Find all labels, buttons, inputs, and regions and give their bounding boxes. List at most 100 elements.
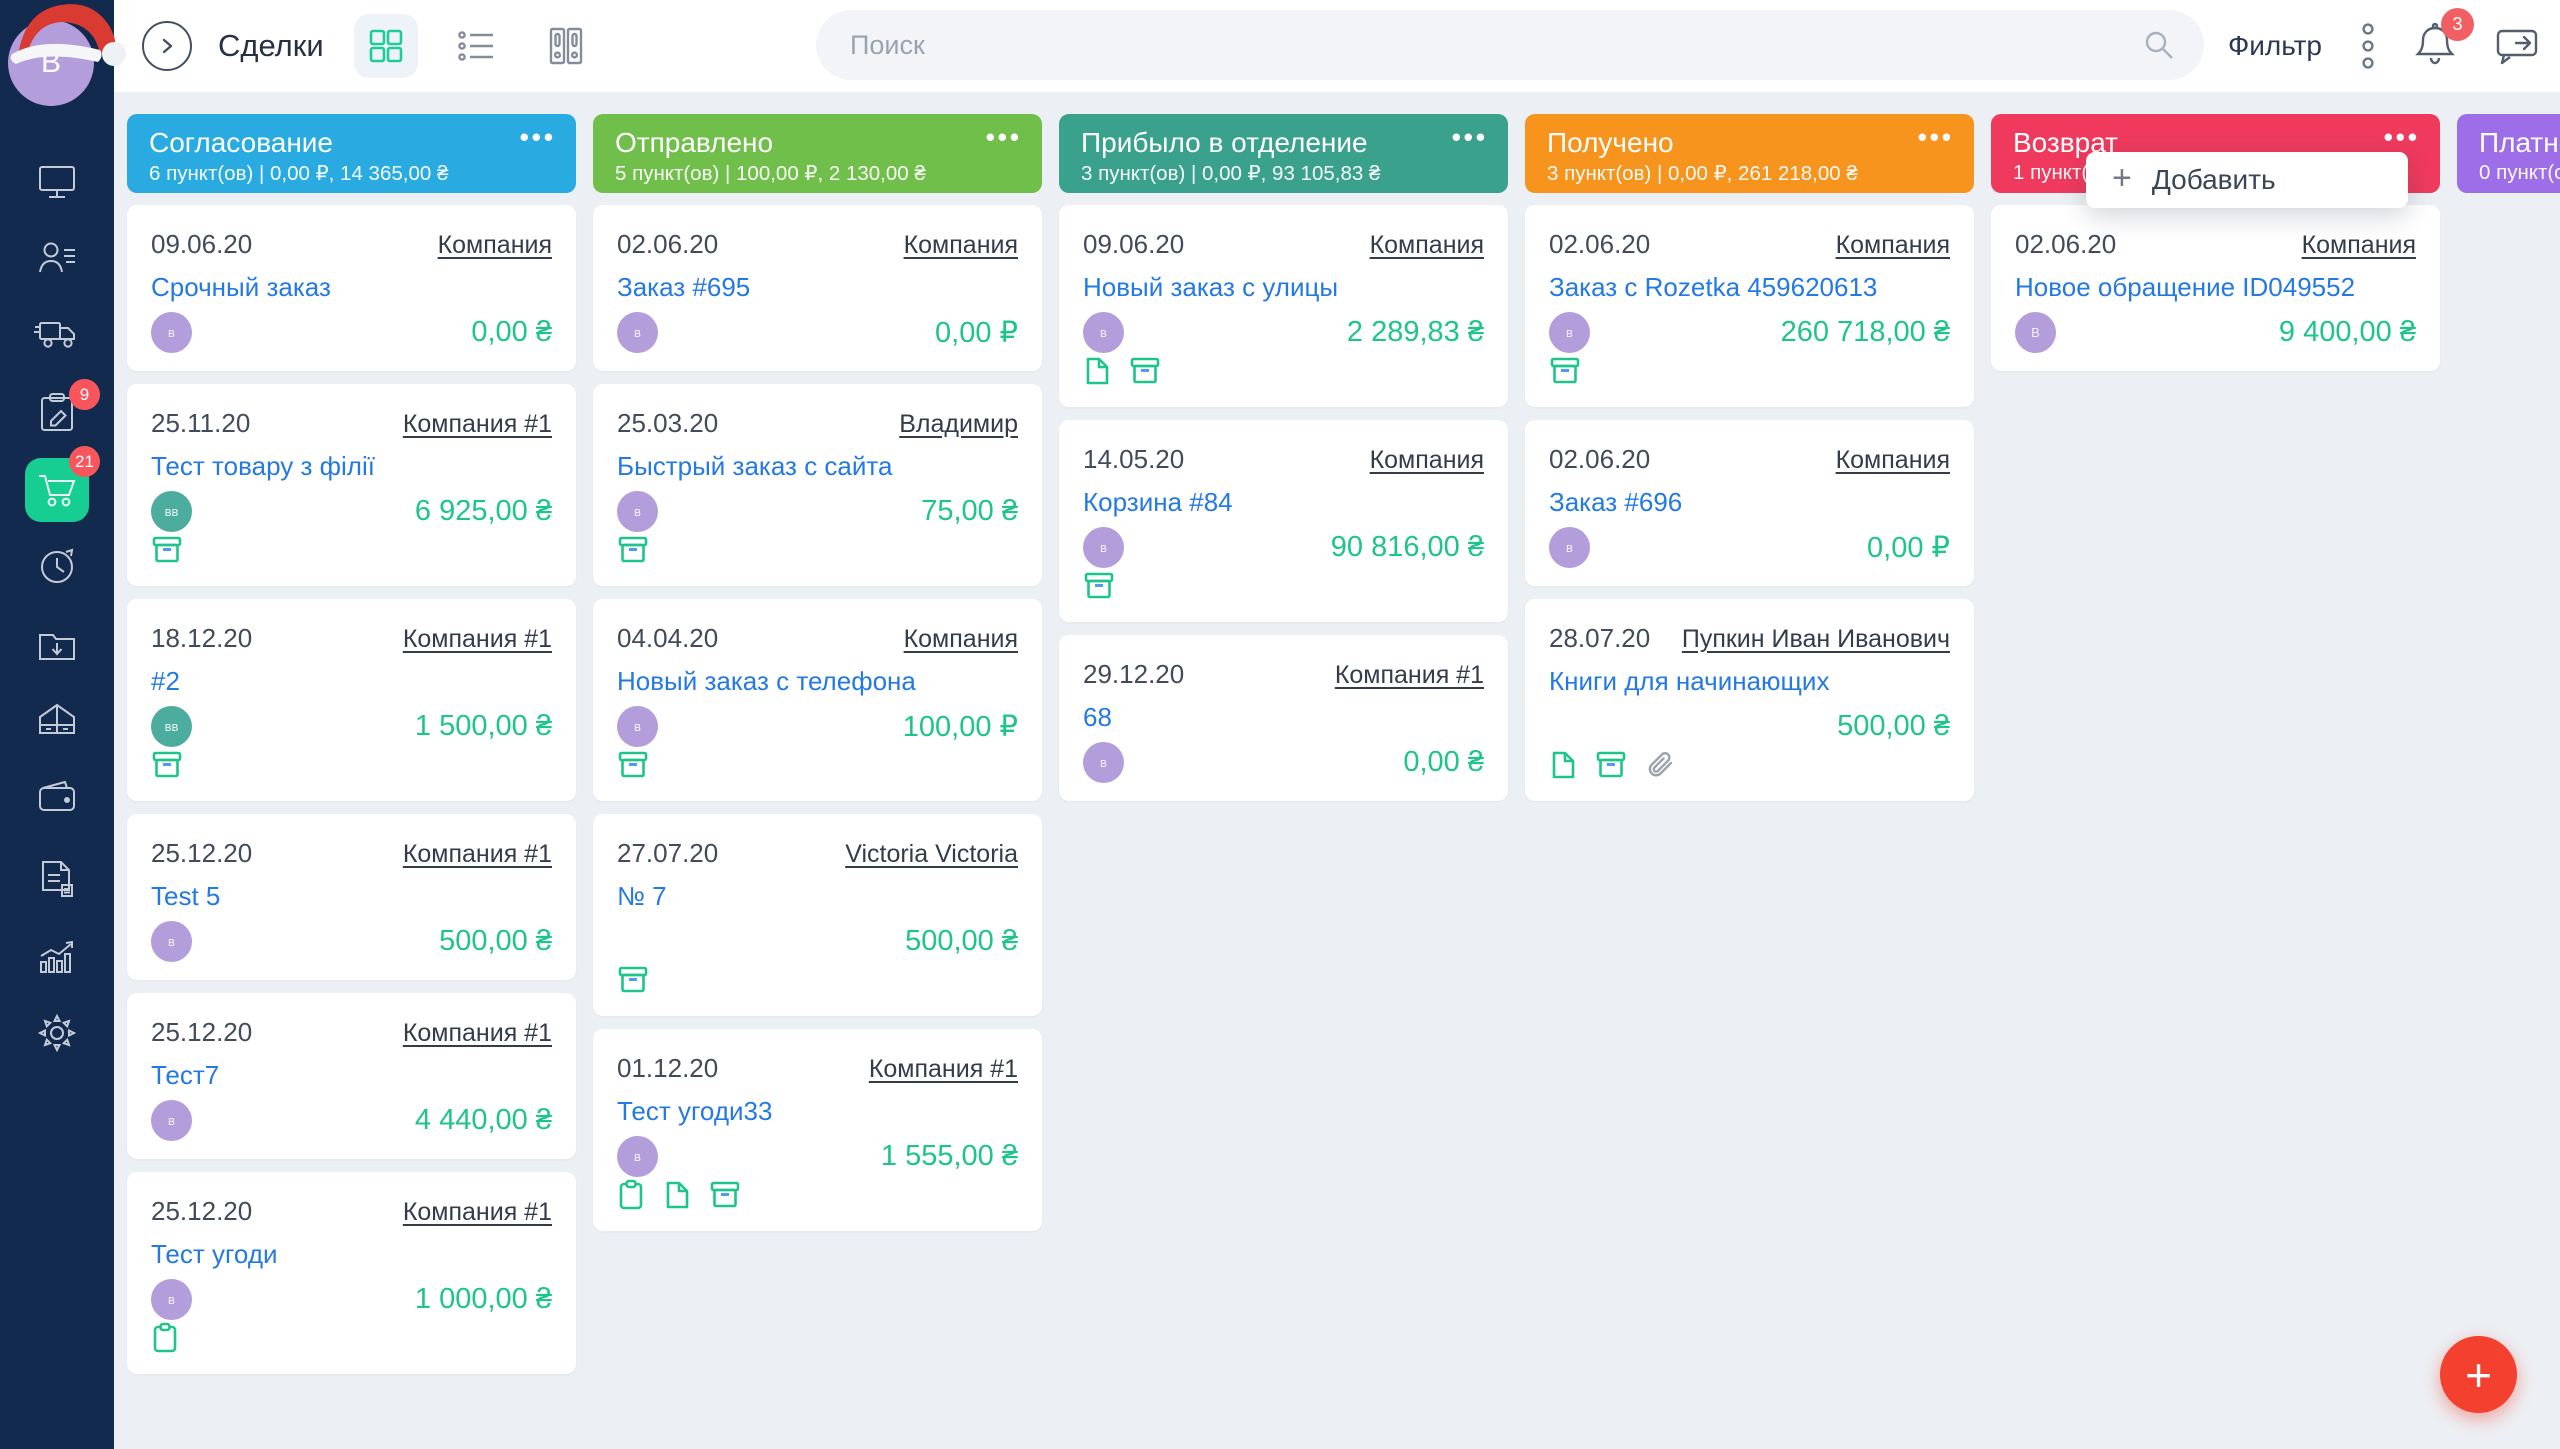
- company-link[interactable]: Компания: [1836, 446, 1950, 475]
- deal-card[interactable]: 29.12.20 Компания #1 68 в0,00 ₴: [1059, 635, 1508, 801]
- filter-button[interactable]: Фильтр: [2228, 30, 2322, 62]
- deal-title-link[interactable]: Книги для начинающих: [1549, 666, 1950, 697]
- sidebar-item-inbox[interactable]: [0, 625, 114, 670]
- sidebar-item-history[interactable]: [0, 545, 114, 592]
- deal-card[interactable]: 09.06.20 Компания Новый заказ с улицы в2…: [1059, 205, 1508, 407]
- company-link[interactable]: Компания #1: [403, 1019, 552, 1048]
- company-link[interactable]: Компания #1: [869, 1055, 1018, 1084]
- column-header[interactable]: Платное 0 пункт(ов) •••: [2457, 114, 2560, 193]
- deal-title-link[interactable]: Заказ с Rozetka 459620613: [1549, 272, 1950, 303]
- deal-card[interactable]: 02.06.20 Компания Новое обращение ID0495…: [1991, 205, 2440, 371]
- column-header[interactable]: Прибыло в отделение 3 пункт(ов) | 0,00 ₽…: [1059, 114, 1508, 193]
- deal-title-link[interactable]: Тест7: [151, 1060, 552, 1091]
- deal-title-link[interactable]: Новый заказ с улицы: [1083, 272, 1484, 303]
- search-input[interactable]: [816, 30, 2142, 61]
- deal-card[interactable]: 02.06.20 Компания Заказ с Rozetka 459620…: [1525, 205, 1974, 407]
- column-summary: 0 пункт(ов): [2479, 161, 2560, 185]
- add-deal-fab[interactable]: +: [2440, 1336, 2517, 1413]
- sidebar-item-orders[interactable]: 21: [0, 458, 114, 522]
- company-link[interactable]: Компания #1: [403, 1198, 552, 1227]
- deal-card[interactable]: 14.05.20 Компания Корзина #84 в90 816,00…: [1059, 420, 1508, 622]
- deal-title-link[interactable]: #2: [151, 666, 552, 697]
- notifications-button[interactable]: 3: [2414, 22, 2456, 71]
- deal-title-link[interactable]: Новый заказ с телефона: [617, 666, 1018, 697]
- company-link[interactable]: Компания: [2302, 231, 2416, 260]
- deal-date: 25.12.20: [151, 838, 252, 869]
- sidebar-item-clients[interactable]: [0, 236, 114, 283]
- column-menu-icon[interactable]: •••: [1452, 132, 1488, 142]
- deal-card[interactable]: 02.06.20 Компания Заказ #696 в0,00 ₽: [1525, 420, 1974, 586]
- deal-title-link[interactable]: Новое обращение ID049552: [2015, 272, 2416, 303]
- add-card-popup[interactable]: + Добавить: [2086, 152, 2408, 208]
- deal-card[interactable]: 04.04.20 Компания Новый заказ с телефона…: [593, 599, 1042, 801]
- deal-card[interactable]: 25.12.20 Компания #1 Тест7 в4 440,00 ₴: [127, 993, 576, 1159]
- sidebar-item-payments[interactable]: [0, 778, 114, 821]
- column-menu-icon[interactable]: •••: [520, 132, 556, 142]
- column-menu-icon[interactable]: •••: [1918, 132, 1954, 142]
- sidebar-item-shipping[interactable]: [0, 314, 114, 359]
- deal-title-link[interactable]: № 7: [617, 881, 1018, 912]
- deal-title-link[interactable]: Срочный заказ: [151, 272, 552, 303]
- file-icon: [1083, 355, 1111, 392]
- company-link[interactable]: Компания #1: [1335, 661, 1484, 690]
- deal-card[interactable]: 25.12.20 Компания #1 Тест угоди в1 000,0…: [127, 1172, 576, 1374]
- column-header[interactable]: Согласование 6 пункт(ов) | 0,00 ₽, 14 36…: [127, 114, 576, 193]
- sidebar-item-dashboard[interactable]: [0, 161, 114, 208]
- company-link[interactable]: Компания #1: [403, 410, 552, 439]
- archive-icon: [709, 1180, 741, 1215]
- deal-card[interactable]: 01.12.20 Компания #1 Тест угоди33 в1 555…: [593, 1029, 1042, 1231]
- deal-title-link[interactable]: 68: [1083, 702, 1484, 733]
- column-header[interactable]: Получено 3 пункт(ов) | 0,00 ₽, 261 218,0…: [1525, 114, 1974, 193]
- deal-card[interactable]: 02.06.20 Компания Заказ #695 в0,00 ₽: [593, 205, 1042, 371]
- deal-title-link[interactable]: Заказ #696: [1549, 487, 1950, 518]
- view-archive-button[interactable]: [534, 14, 598, 78]
- view-kanban-button[interactable]: [354, 14, 418, 78]
- company-link[interactable]: Владимир: [899, 410, 1018, 439]
- column-header[interactable]: Отправлено 5 пункт(ов) | 100,00 ₽, 2 130…: [593, 114, 1042, 193]
- deal-card[interactable]: 25.03.20 Владимир Быстрый заказ с сайта …: [593, 384, 1042, 586]
- company-link[interactable]: Компания: [438, 231, 552, 260]
- company-link[interactable]: Компания #1: [403, 840, 552, 869]
- deal-card[interactable]: 28.07.20 Пупкин Иван Иванович Книги для …: [1525, 599, 1974, 801]
- sidebar-item-settings[interactable]: [0, 1012, 114, 1059]
- kebab-menu-icon[interactable]: [2360, 23, 2376, 69]
- collapse-sidebar-button[interactable]: [142, 21, 192, 71]
- deal-title-link[interactable]: Заказ #695: [617, 272, 1018, 303]
- column-menu-icon[interactable]: •••: [986, 132, 1022, 142]
- company-link[interactable]: Компания: [904, 625, 1018, 654]
- view-list-button[interactable]: [444, 14, 508, 78]
- archive-icon: [617, 750, 649, 785]
- sidebar-item-analytics[interactable]: [0, 936, 114, 983]
- deal-title-link[interactable]: Тест угоди33: [617, 1096, 1018, 1127]
- company-link[interactable]: Victoria Victoria: [845, 840, 1018, 869]
- avatar[interactable]: В: [8, 20, 94, 106]
- deal-title-link[interactable]: Test 5: [151, 881, 552, 912]
- deal-card[interactable]: 09.06.20 Компания Срочный заказ в0,00 ₴: [127, 205, 576, 371]
- deal-card[interactable]: 25.12.20 Компания #1 Test 5 в500,00 ₴: [127, 814, 576, 980]
- company-link[interactable]: Компания: [1370, 231, 1484, 260]
- deal-title-link[interactable]: Тест товару з філії: [151, 451, 552, 482]
- add-card-label: Добавить: [2152, 164, 2276, 196]
- deal-card[interactable]: 25.11.20 Компания #1 Тест товару з філії…: [127, 384, 576, 586]
- company-link[interactable]: Компания: [904, 231, 1018, 260]
- deal-card[interactable]: 27.07.20 Victoria Victoria № 7 500,00 ₴: [593, 814, 1042, 1016]
- column-title: Получено: [1547, 126, 1952, 160]
- deal-card[interactable]: 18.12.20 Компания #1 #2 вв1 500,00 ₴: [127, 599, 576, 801]
- plus-icon: +: [2465, 1348, 2492, 1402]
- deal-title-link[interactable]: Корзина #84: [1083, 487, 1484, 518]
- company-link[interactable]: Компания: [1836, 231, 1950, 260]
- kanban-column: Платное 0 пункт(ов) •••: [2457, 114, 2560, 1374]
- company-link[interactable]: Компания: [1370, 446, 1484, 475]
- sidebar-item-documents[interactable]: [0, 857, 114, 906]
- kanban-board[interactable]: Согласование 6 пункт(ов) | 0,00 ₽, 14 36…: [114, 92, 2560, 1449]
- sidebar-item-tasks[interactable]: 9: [0, 391, 114, 440]
- company-link[interactable]: Компания #1: [403, 625, 552, 654]
- company-link[interactable]: Пупкин Иван Иванович: [1682, 625, 1950, 654]
- column-summary: 3 пункт(ов) | 0,00 ₽, 93 105,83 ₴: [1081, 161, 1486, 186]
- deal-title-link[interactable]: Быстрый заказ с сайта: [617, 451, 1018, 482]
- logout-chat-icon[interactable]: [2494, 25, 2540, 67]
- archive-icon: [1083, 571, 1115, 606]
- deal-title-link[interactable]: Тест угоди: [151, 1239, 552, 1270]
- column-menu-icon[interactable]: •••: [2384, 132, 2420, 142]
- sidebar-item-warehouse[interactable]: [0, 698, 114, 745]
